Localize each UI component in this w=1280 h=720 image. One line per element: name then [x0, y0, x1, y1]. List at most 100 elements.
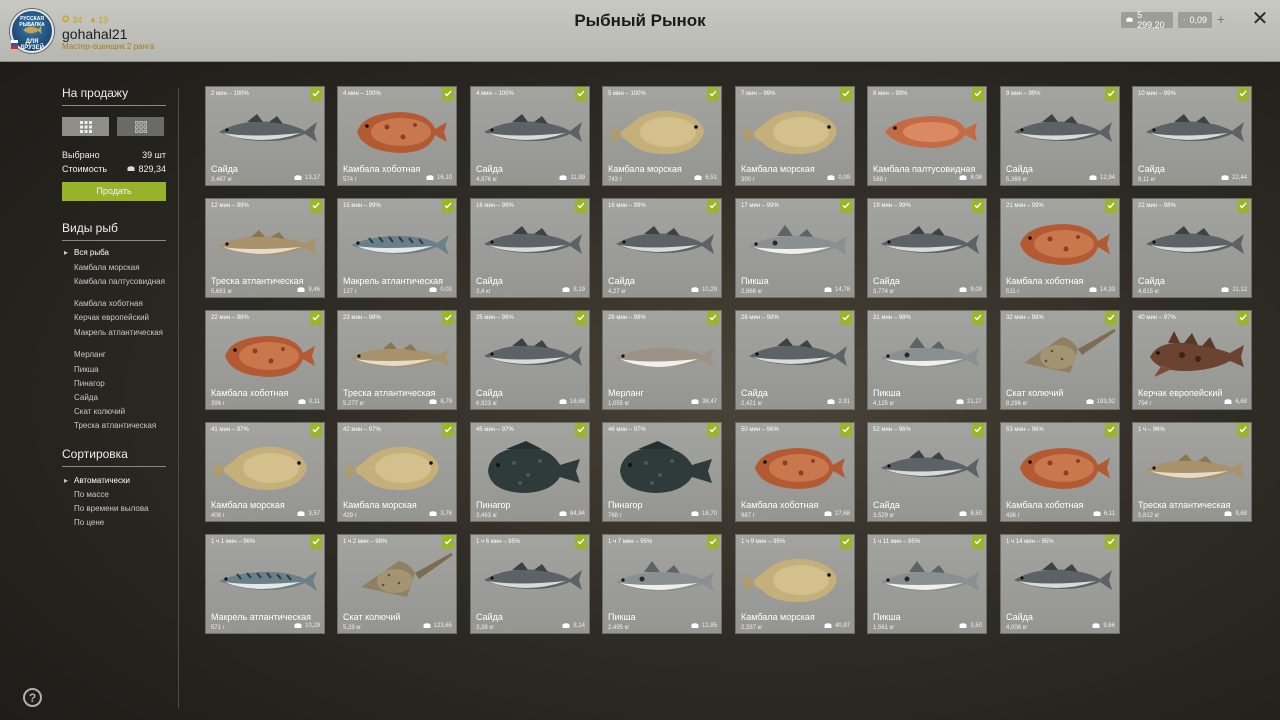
- selected-checkbox[interactable]: [442, 423, 454, 437]
- species-filter-item[interactable]: Макрель атлантическая: [74, 328, 166, 337]
- selected-checkbox[interactable]: [972, 87, 984, 101]
- fish-card[interactable]: 15 мин – 99% Макрель атлантическая 127 г…: [337, 198, 457, 298]
- selected-checkbox[interactable]: [840, 535, 852, 549]
- selected-checkbox[interactable]: [1105, 199, 1117, 213]
- username[interactable]: gohahal21: [62, 26, 127, 42]
- fish-card[interactable]: 42 мин – 97% Камбала морская 429 г 3,76: [337, 422, 457, 522]
- fish-card[interactable]: 8 мин – 99% Камбала палтусовидная 588 г …: [867, 86, 987, 186]
- species-filter-item[interactable]: Камбала морская: [74, 263, 166, 272]
- fish-card[interactable]: 1 ч 9 мин – 95% Камбала морская 2,337 кг…: [735, 534, 855, 634]
- fish-card[interactable]: 10 мин – 99% Сайда 9,11 кг 22,44: [1132, 86, 1252, 186]
- species-filter-item[interactable]: Пикша: [74, 365, 166, 374]
- fish-card[interactable]: 1 ч 14 мин – 95% Сайда 4,008 кг 9,66: [1000, 534, 1120, 634]
- fish-card[interactable]: 40 мин – 97% Керчак европейский 794 г 6,…: [1132, 310, 1252, 410]
- selected-checkbox[interactable]: [442, 535, 454, 549]
- fish-card[interactable]: 1 ч 6 мин – 95% Сайда 3,38 кг 8,14: [470, 534, 590, 634]
- selected-checkbox[interactable]: [1105, 423, 1117, 437]
- selected-checkbox[interactable]: [575, 423, 587, 437]
- fish-card[interactable]: 12 мин – 99% Треска атлантическая 5,681 …: [205, 198, 325, 298]
- selected-checkbox[interactable]: [310, 311, 322, 325]
- fish-card[interactable]: 22 мин – 98% Камбала хоботная 396 г 0,11: [205, 310, 325, 410]
- selected-checkbox[interactable]: [707, 535, 719, 549]
- sort-option[interactable]: По времени вылова: [74, 504, 166, 513]
- species-filter-item[interactable]: Керчак европейский: [74, 313, 166, 322]
- fish-card[interactable]: 7 мин – 99% Камбала морская 300 г 0,09: [735, 86, 855, 186]
- selected-checkbox[interactable]: [707, 87, 719, 101]
- fish-card[interactable]: 1 ч – 96% Треска атлантическая 5,812 кг …: [1132, 422, 1252, 522]
- selected-checkbox[interactable]: [310, 87, 322, 101]
- selected-checkbox[interactable]: [972, 423, 984, 437]
- fish-card[interactable]: 32 мин – 98% Скат колючий 8,296 кг 193,9…: [1000, 310, 1120, 410]
- selected-checkbox[interactable]: [840, 87, 852, 101]
- fish-card[interactable]: 1 ч 1 мин – 96% Макрель атлантическая 57…: [205, 534, 325, 634]
- selected-checkbox[interactable]: [707, 311, 719, 325]
- selected-checkbox[interactable]: [1237, 199, 1249, 213]
- large-grid-view-button[interactable]: [62, 117, 109, 136]
- selected-checkbox[interactable]: [575, 87, 587, 101]
- fish-card[interactable]: 41 мин – 97% Камбала морская 408 г 3,57: [205, 422, 325, 522]
- fish-card[interactable]: 28 мин – 98% Сайда 2,421 кг 2,91: [735, 310, 855, 410]
- fish-card[interactable]: 53 мин – 96% Камбала хоботная 436 г 6,11: [1000, 422, 1120, 522]
- fish-card[interactable]: 17 мин – 99% Пикша 2,868 кг 14,78: [735, 198, 855, 298]
- fish-card[interactable]: 16 мин – 99% Сайда 4,27 кг 10,29: [602, 198, 722, 298]
- fish-card[interactable]: 31 мин – 98% Пикша 4,125 кг 21,27: [867, 310, 987, 410]
- close-button[interactable]: ✕: [1250, 9, 1270, 30]
- selected-checkbox[interactable]: [840, 311, 852, 325]
- small-grid-view-button[interactable]: [117, 117, 164, 136]
- fish-card[interactable]: 4 мин – 100% Камбала хоботная 574 г 16,1…: [337, 86, 457, 186]
- selected-checkbox[interactable]: [972, 311, 984, 325]
- selected-checkbox[interactable]: [442, 199, 454, 213]
- selected-checkbox[interactable]: [707, 199, 719, 213]
- fish-card[interactable]: 16 мин – 99% Сайда 3,4 кг 8,19: [470, 198, 590, 298]
- selected-checkbox[interactable]: [1105, 311, 1117, 325]
- species-filter-item[interactable]: Сайда: [74, 393, 166, 402]
- fish-card[interactable]: 1 ч 2 мин – 96% Скат колючий 5,29 кг 123…: [337, 534, 457, 634]
- sort-option[interactable]: По цене: [74, 518, 166, 527]
- help-button[interactable]: ?: [23, 688, 42, 707]
- fish-card[interactable]: 46 мин – 97% Пинагор 768 г 18,70: [602, 422, 722, 522]
- selected-checkbox[interactable]: [972, 199, 984, 213]
- selected-checkbox[interactable]: [442, 311, 454, 325]
- selected-checkbox[interactable]: [1237, 87, 1249, 101]
- selected-checkbox[interactable]: [840, 423, 852, 437]
- fish-card[interactable]: 22 мин – 98% Сайда 4,615 кг 11,12: [1132, 198, 1252, 298]
- species-filter-item[interactable]: Скат колючий: [74, 407, 166, 416]
- add-currency-button[interactable]: +: [1213, 12, 1229, 28]
- selected-checkbox[interactable]: [1237, 423, 1249, 437]
- fish-card[interactable]: 5 мин – 100% Камбала морская 743 г 6,51: [602, 86, 722, 186]
- selected-checkbox[interactable]: [707, 423, 719, 437]
- fish-card[interactable]: 2 мин – 100% Сайда 3,467 кг 13,17: [205, 86, 325, 186]
- sort-option[interactable]: По массе: [74, 490, 166, 499]
- species-filter-item[interactable]: Мерланг: [74, 350, 166, 359]
- selected-checkbox[interactable]: [575, 311, 587, 325]
- fish-card[interactable]: 19 мин – 99% Сайда 3,774 кг 9,09: [867, 198, 987, 298]
- selected-checkbox[interactable]: [840, 199, 852, 213]
- fish-card[interactable]: 52 мин – 96% Сайда 3,529 кг 8,50: [867, 422, 987, 522]
- fish-card[interactable]: 4 мин – 100% Сайда 4,976 кг 11,99: [470, 86, 590, 186]
- fish-card[interactable]: 50 мин – 96% Камбала хоботная 987 г 27,6…: [735, 422, 855, 522]
- sort-option[interactable]: Автоматически: [64, 476, 166, 485]
- sell-button[interactable]: Продать: [62, 182, 166, 201]
- fish-card[interactable]: 21 мин – 99% Камбала хоботная 511 г 14,3…: [1000, 198, 1120, 298]
- selected-checkbox[interactable]: [310, 535, 322, 549]
- species-filter-item[interactable]: Вся рыба: [64, 248, 166, 257]
- selected-checkbox[interactable]: [575, 535, 587, 549]
- species-filter-item[interactable]: Пинагор: [74, 379, 166, 388]
- species-filter-item[interactable]: Камбала палтусовидная: [74, 277, 166, 286]
- fish-card[interactable]: 1 ч 11 мин – 95% Пикша 1,561 кг 3,50: [867, 534, 987, 634]
- selected-checkbox[interactable]: [1105, 87, 1117, 101]
- fish-card[interactable]: 9 мин – 99% Сайда 5,369 кг 12,94: [1000, 86, 1120, 186]
- selected-checkbox[interactable]: [575, 199, 587, 213]
- species-filter-item[interactable]: Камбала хоботная: [74, 299, 166, 308]
- fish-card[interactable]: 23 мин – 98% Треска атлантическая 5,277 …: [337, 310, 457, 410]
- selected-checkbox[interactable]: [310, 423, 322, 437]
- fish-card[interactable]: 25 мин – 98% Сайда 6,923 кг 16,68: [470, 310, 590, 410]
- fish-card[interactable]: 45 мин – 97% Пинагор 3,463 кг 84,84: [470, 422, 590, 522]
- fish-card[interactable]: 1 ч 7 мин – 95% Пикша 2,495 кг 12,85: [602, 534, 722, 634]
- selected-checkbox[interactable]: [1237, 311, 1249, 325]
- species-filter-item[interactable]: Треска атлантическая: [74, 421, 166, 430]
- fish-card[interactable]: 26 мин – 98% Мерланг 1,055 кг 38,47: [602, 310, 722, 410]
- selected-checkbox[interactable]: [442, 87, 454, 101]
- selected-checkbox[interactable]: [1105, 535, 1117, 549]
- selected-checkbox[interactable]: [972, 535, 984, 549]
